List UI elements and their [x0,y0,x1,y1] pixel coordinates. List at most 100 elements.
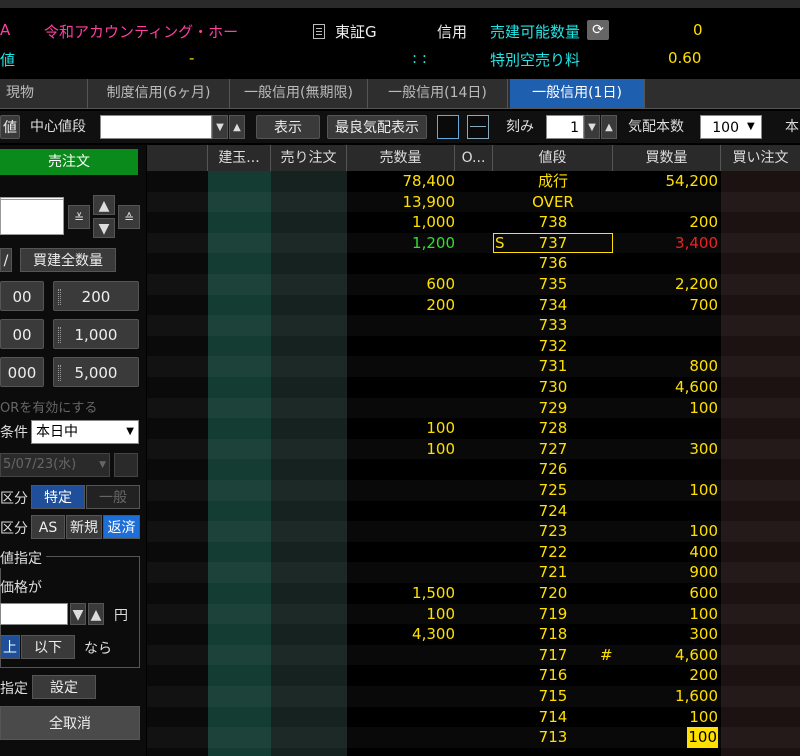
clear-qty-button[interactable]: / [0,248,12,272]
board-row[interactable]: 4,300 718 300 [147,624,800,645]
board-row[interactable]: 736 [147,253,800,274]
sell-qty-cell[interactable] [347,377,455,398]
buy-qty-cell[interactable]: 200 [689,665,718,686]
board-row[interactable]: 200 734 700 [147,295,800,316]
column-header-buy-order[interactable]: 買い注文 [721,145,800,171]
price-cell[interactable]: 737 [493,232,613,254]
price-cell[interactable]: OVER [493,192,613,213]
board-row[interactable]: 715 1,600 [147,686,800,707]
sell-qty-cell[interactable] [347,665,455,686]
value-button[interactable]: 値 [0,115,20,139]
buy-qty-cell[interactable]: 200 [689,212,718,233]
price-cell[interactable]: 732 [493,336,613,357]
buy-qty-cell[interactable]: 300 [689,439,718,460]
account-specific-button[interactable]: 特定 [31,485,85,509]
account-general-button[interactable]: 一般 [86,485,140,509]
column-header-sell-qty[interactable]: 売数量 [347,145,455,171]
sell-qty-cell[interactable] [347,315,455,336]
sell-qty-cell[interactable]: 600 [347,274,455,295]
board-row[interactable]: 1,500 720 600 [147,583,800,604]
tick-dropdown-icon[interactable]: ▼ [584,115,600,139]
board-row[interactable]: 1,000 738 200 [147,212,800,233]
column-header-o[interactable]: O... [455,145,493,171]
column-header-sell-order[interactable]: 売り注文 [271,145,347,171]
buy-qty-cell[interactable]: 100 [689,480,718,501]
board-row[interactable]: 730 4,600 [147,377,800,398]
quantity-down-icon[interactable]: ▼ [93,218,115,238]
buy-qty-cell[interactable]: 800 [689,356,718,377]
price-cell[interactable]: 728 [493,418,613,439]
price-cell[interactable]: 736 [493,253,613,274]
board-row[interactable]: 714 100 [147,707,800,728]
trigger-price-dropdown-icon[interactable]: ▼ [70,603,86,625]
board-row[interactable]: 723 100 [147,521,800,542]
price-cell[interactable]: 725 [493,480,613,501]
buy-qty-cell[interactable]: 100 [689,398,718,419]
quantity-reset-icon[interactable]: ≙ [118,205,140,229]
sell-qty-cell[interactable]: 4,300 [347,624,455,645]
sell-qty-cell[interactable]: 1,500 [347,583,455,604]
document-icon[interactable] [313,24,325,39]
board-row[interactable]: 78,400 成行 54,200 [147,171,800,192]
split-layout-icon[interactable] [467,115,489,139]
price-cell[interactable]: 730 [493,377,613,398]
price-cell[interactable]: 713 [493,727,613,748]
column-header-position[interactable]: 建玉... [208,145,271,171]
board-row[interactable]: 722 400 [147,542,800,563]
price-cell[interactable]: 718 [493,624,613,645]
price-cell[interactable]: 719 [493,604,613,625]
tab-general-unlimited[interactable]: 一般信用(無期限) [230,79,368,108]
sell-qty-cell[interactable] [347,542,455,563]
sell-qty-cell[interactable] [347,356,455,377]
board-row[interactable]: 725 100 [147,480,800,501]
tick-input[interactable]: 1 [546,115,584,139]
buy-qty-cell[interactable]: 100 [689,521,718,542]
sell-qty-cell[interactable]: 100 [347,604,455,625]
price-cell[interactable]: 724 [493,501,613,522]
buy-qty-cell[interactable]: 700 [689,295,718,316]
show-button[interactable]: 表示 [256,115,320,139]
board-row[interactable]: 726 [147,459,800,480]
sell-qty-cell[interactable] [347,398,455,419]
sell-qty-cell[interactable] [347,336,455,357]
condition-dropdown-icon[interactable]: ▼ [126,421,134,443]
board-row[interactable]: 13,900 OVER [147,192,800,213]
price-cell[interactable]: 733 [493,315,613,336]
board-row[interactable]: 721 900 [147,562,800,583]
board-row[interactable]: 100 727 300 [147,439,800,460]
tab-general-1day[interactable]: 一般信用(1日) [510,79,645,108]
sell-qty-cell[interactable] [347,459,455,480]
tick-up-icon[interactable]: ▲ [601,115,617,139]
sell-qty-cell[interactable] [347,521,455,542]
qty-preset-left-3[interactable]: 000 [0,357,44,387]
board-row[interactable]: 729 100 [147,398,800,419]
single-layout-icon[interactable] [437,115,459,139]
board-row[interactable]: 733 [147,315,800,336]
sell-qty-cell[interactable]: 200 [347,295,455,316]
trigger-price-input[interactable] [0,603,68,625]
price-cell[interactable]: 714 [493,707,613,728]
new-position-button[interactable]: 新規 [66,515,102,539]
tab-spot[interactable]: 現物 [0,79,88,108]
price-cell[interactable]: 723 [493,521,613,542]
buy-qty-cell[interactable]: 4,600 [675,645,718,666]
calendar-icon[interactable] [114,453,138,477]
board-row[interactable]: 717 #4,600 [147,645,800,666]
price-cell[interactable]: 716 [493,665,613,686]
buy-qty-cell[interactable]: 300 [689,624,718,645]
column-header-price[interactable]: 値段 [493,145,613,171]
board-row[interactable]: 731 800 [147,356,800,377]
board-row[interactable]: 600 735 2,200 [147,274,800,295]
board-row[interactable]: 716 200 [147,665,800,686]
center-price-input[interactable] [100,115,212,139]
sell-qty-cell[interactable]: 1,000 [347,212,455,233]
board-row[interactable]: 724 [147,501,800,522]
board-row[interactable]: 1,200 S 737 3,400 [147,232,800,254]
sell-qty-cell[interactable]: 13,900 [347,192,456,213]
sell-qty-cell[interactable] [347,686,455,707]
price-cell[interactable]: 721 [493,562,613,583]
sell-order-header[interactable]: 売注文 [0,149,138,175]
price-cell[interactable]: 729 [493,398,613,419]
buy-qty-cell[interactable]: 900 [689,562,718,583]
sell-qty-cell[interactable] [347,480,455,501]
